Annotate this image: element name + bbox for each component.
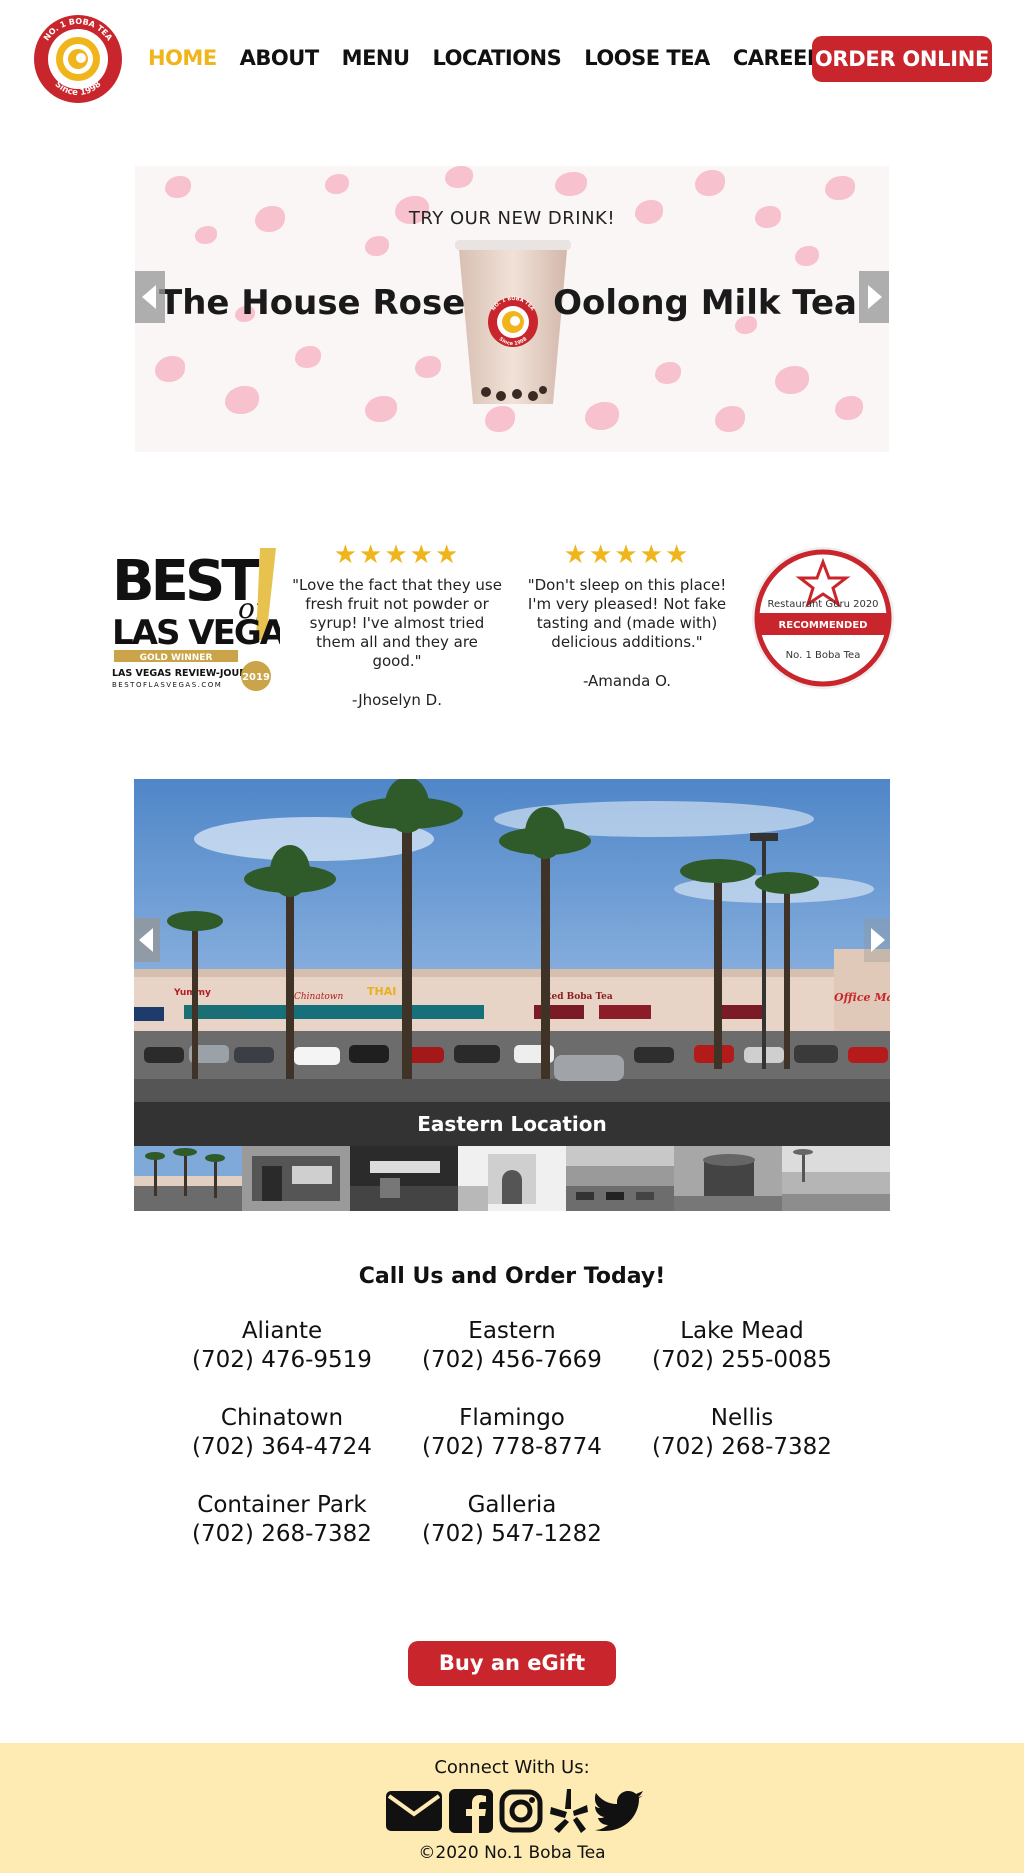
review-card: ★★★★★ "Love the fact that they use fresh… (292, 540, 502, 710)
review-quote: "Don't sleep on this place! I'm very ple… (527, 576, 727, 651)
slider-thumbnails (134, 1146, 890, 1211)
review-quote: "Love the fact that they use fresh fruit… (292, 576, 502, 670)
location-phone-flamingo: Flamingo (702) 778-8774 (397, 1404, 627, 1462)
location-name: Lake Mead (680, 1318, 804, 1344)
phone-number[interactable]: (702) 364-4724 (167, 1433, 397, 1462)
arrow-left-icon (139, 928, 153, 952)
nav-menu[interactable]: MENU (342, 46, 410, 70)
location-name: Chinatown (220, 1405, 344, 1431)
location-photo: Yummy Chinatown THAI Red Boba Tea Office… (134, 779, 890, 1102)
thumbnail-location-5[interactable] (566, 1146, 674, 1211)
thumbnail-location-7[interactable] (782, 1146, 890, 1211)
review-author: -Amanda O. (582, 672, 672, 690)
facebook-icon[interactable] (449, 1789, 493, 1833)
svg-text:RECOMMENDED: RECOMMENDED (779, 620, 868, 631)
thumbnail-eastern[interactable] (134, 1146, 242, 1211)
call-section-title: Call Us and Order Today! (358, 1264, 666, 1289)
reviews-section: BEST of LAS VEGAS GOLD WINNER LAS VEGAS … (0, 530, 1024, 710)
location-phone-galleria: Galleria (702) 547-1282 (397, 1491, 627, 1549)
svg-text:Red Boba Tea: Red Boba Tea (544, 992, 613, 1002)
svg-text:LAS VEGAS: LAS VEGAS (112, 613, 280, 653)
promo-drink-name-left: The House Rose (159, 283, 466, 323)
star-rating: ★★★★★ (563, 540, 691, 570)
egift-card-button[interactable]: Buy an eGift Card! (408, 1641, 616, 1720)
location-phone-eastern: Eastern (702) 456-7669 (397, 1317, 627, 1375)
best-of-las-vegas-badge: BEST of LAS VEGAS GOLD WINNER LAS VEGAS … (112, 548, 280, 691)
slide-caption: Eastern Location (134, 1102, 890, 1146)
milk-tea-cup-image: NO. 1 BOBA TEA Since 1998 (455, 240, 571, 404)
location-phone-aliante: Aliante (702) 476-9519 (167, 1317, 397, 1375)
restaurant-guru-badge: Restaurant Guru 2020 RECOMMENDED No. 1 B… (752, 547, 894, 689)
location-phone-container-park: Container Park (702) 268-7382 (167, 1491, 397, 1549)
svg-text:Office Max: Office Max (834, 991, 890, 1004)
svg-text:THAI: THAI (367, 985, 396, 998)
nav-locations[interactable]: LOCATIONS (433, 46, 562, 70)
svg-text:GOLD WINNER: GOLD WINNER (140, 653, 213, 663)
promo-prev-button[interactable] (135, 271, 165, 323)
nav-about[interactable]: ABOUT (240, 46, 320, 70)
location-phone-chinatown: Chinatown (702) 364-4724 (167, 1404, 397, 1462)
connect-label: Connect With Us: (434, 1757, 590, 1778)
twitter-icon[interactable] (595, 1790, 645, 1832)
slider-next-button[interactable] (864, 918, 890, 962)
thumbnail-location-4[interactable] (458, 1146, 566, 1211)
review-author: -Jhoselyn D. (351, 691, 443, 709)
phone-number[interactable]: (702) 778-8774 (397, 1433, 627, 1462)
nav-home[interactable]: HOME (148, 46, 217, 70)
promo-next-button[interactable] (859, 271, 889, 323)
brand-logo[interactable]: NO. 1 BOBA TEA Since 1998 (33, 14, 123, 104)
arrow-left-icon (142, 285, 156, 309)
location-phone-lake-mead: Lake Mead (702) 255-0085 (627, 1317, 857, 1375)
phone-number[interactable]: (702) 255-0085 (627, 1346, 857, 1375)
location-slider: Yummy Chinatown THAI Red Boba Tea Office… (134, 779, 890, 1211)
order-online-button[interactable]: ORDER ONLINE (812, 36, 992, 82)
copyright-text: ©2020 No.1 Boba Tea (418, 1843, 606, 1863)
nav-loose-tea[interactable]: LOOSE TEA (584, 46, 710, 70)
phone-number[interactable]: (702) 476-9519 (167, 1346, 397, 1375)
arrow-right-icon (868, 285, 882, 309)
svg-text:Chinatown: Chinatown (294, 992, 343, 1002)
social-links (385, 1787, 645, 1835)
promo-drink-name-right: Oolong Milk Tea (553, 283, 857, 323)
location-phone-nellis: Nellis (702) 268-7382 (627, 1404, 857, 1462)
location-name: Galleria (467, 1492, 557, 1518)
svg-text:BESTOFLASVEGAS.COM: BESTOFLASVEGAS.COM (112, 681, 222, 689)
main-nav: HOME ABOUT MENU LOCATIONS LOOSE TEA CARE… (148, 46, 860, 70)
phone-number[interactable]: (702) 456-7669 (397, 1346, 627, 1375)
thumbnail-location-3[interactable] (350, 1146, 458, 1211)
site-header: NO. 1 BOBA TEA Since 1998 HOME ABOUT MEN… (0, 0, 1024, 120)
slider-prev-button[interactable] (134, 918, 160, 962)
thumbnail-location-2[interactable] (242, 1146, 350, 1211)
thumbnail-location-6[interactable] (674, 1146, 782, 1211)
promo-banner: TRY OUR NEW DRINK! NO. 1 BOBA TEA Since … (135, 166, 889, 452)
arrow-right-icon (871, 928, 885, 952)
location-name: Container Park (197, 1492, 367, 1518)
svg-text:Restaurant Guru 2020: Restaurant Guru 2020 (767, 599, 878, 610)
yelp-icon[interactable] (549, 1787, 589, 1835)
location-name: Eastern (468, 1318, 556, 1344)
instagram-icon[interactable] (499, 1789, 543, 1833)
site-footer: Connect With Us: ©2020 No.1 Boba Tea (0, 1743, 1024, 1873)
star-rating: ★★★★★ (333, 540, 461, 570)
review-card: ★★★★★ "Don't sleep on this place! I'm ve… (522, 540, 732, 691)
location-name: Flamingo (459, 1405, 565, 1431)
phone-number[interactable]: (702) 268-7382 (167, 1520, 397, 1549)
location-name: Aliante (241, 1318, 323, 1344)
phone-number[interactable]: (702) 268-7382 (627, 1433, 857, 1462)
promo-overline: TRY OUR NEW DRINK! (408, 208, 616, 229)
email-icon[interactable] (385, 1790, 443, 1832)
svg-text:2019: 2019 (242, 672, 270, 683)
svg-text:No. 1 Boba Tea: No. 1 Boba Tea (786, 650, 861, 661)
location-name: Nellis (710, 1405, 774, 1431)
phone-number[interactable]: (702) 547-1282 (397, 1520, 627, 1549)
